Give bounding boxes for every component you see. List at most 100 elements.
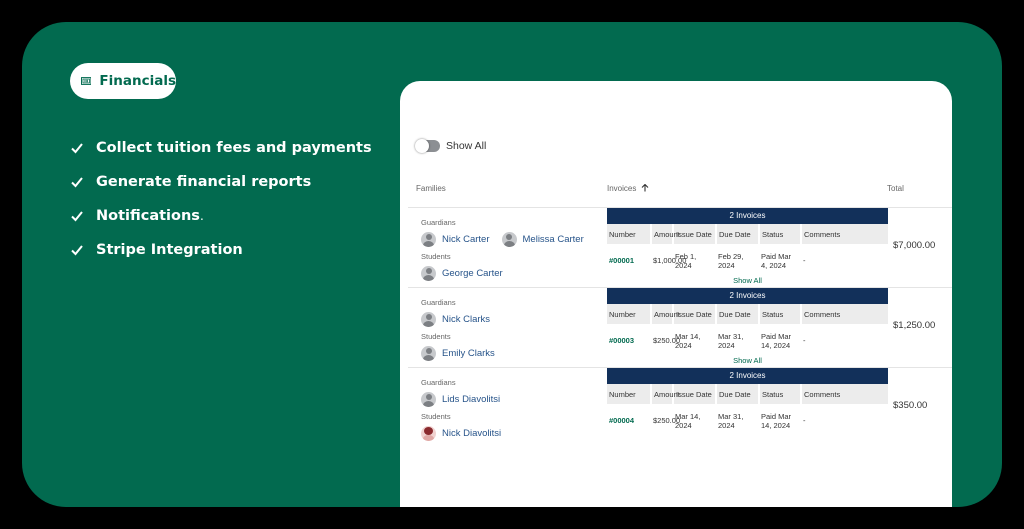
invoice-amount: $250.00 (653, 336, 681, 346)
issue-date-header: Issue Date (673, 384, 717, 404)
family-total: $7,000.00 (893, 240, 936, 251)
guardian-name[interactable]: Melissa Carter (523, 234, 584, 245)
issue-date-header: Issue Date (673, 224, 717, 244)
students-label: Students (421, 412, 451, 421)
number-header: Number (607, 304, 652, 324)
status-header: Status (759, 384, 802, 404)
avatar (421, 311, 436, 327)
student-name[interactable]: George Carter (442, 268, 503, 279)
show-all-invoices-link[interactable]: Show All (607, 356, 888, 366)
check-icon (71, 211, 83, 222)
student[interactable]: George Carter (421, 265, 503, 281)
avatar (421, 265, 436, 281)
invoice-header-row: Number Amount Issue Date Due Date Status… (607, 224, 888, 244)
amount-header: Amount (651, 224, 680, 244)
guardians-label: Guardians (421, 218, 456, 227)
invoice-table: 2 Invoices Number Amount Issue Date Due … (607, 208, 888, 286)
number-header: Number (607, 224, 652, 244)
due-date-header: Due Date (716, 384, 760, 404)
comments-header: Comments (801, 304, 888, 324)
feature-item: Stripe Integration (70, 233, 372, 267)
students-label: Students (421, 332, 451, 341)
invoice-comments: - (803, 416, 806, 426)
guardian[interactable]: Lids Diavolitsi (421, 391, 500, 407)
invoice-comments: - (803, 336, 806, 346)
guardian[interactable]: Nick Carter (421, 231, 490, 247)
check-icon (71, 177, 83, 188)
invoice-status: Paid Mar 14, 2024 (761, 331, 792, 351)
feature-item: Generate financial reports (70, 165, 372, 199)
guardian[interactable]: Melissa Carter (501, 231, 584, 247)
invoices-column-header[interactable]: Invoices (607, 183, 649, 193)
status-header: Status (759, 304, 802, 324)
feature-list: Collect tuition fees and payments Genera… (70, 131, 372, 267)
guardians-label: Guardians (421, 378, 456, 387)
invoice-number-link[interactable]: #00003 (607, 324, 651, 356)
invoice-comments: - (803, 256, 806, 266)
feature-text: Collect tuition fees and payments (96, 140, 372, 156)
check-icon (71, 143, 83, 154)
feature-card: Financials Collect tuition fees and paym… (22, 22, 1002, 507)
amount-header: Amount (651, 384, 680, 404)
invoice-header-row: Number Amount Issue Date Due Date Status… (607, 304, 888, 324)
guardian[interactable]: Nick Clarks (421, 311, 490, 327)
invoice-due-date: Feb 29, 2024 (718, 251, 744, 271)
show-all-invoices-link[interactable]: Show All (607, 276, 888, 286)
feature-text: Generate financial reports (96, 174, 312, 190)
invoice-count-bar: 2 Invoices (607, 208, 888, 224)
invoice-header-row: Number Amount Issue Date Due Date Status… (607, 384, 888, 404)
invoices-header-label: Invoices (607, 184, 637, 193)
invoice-table: 2 Invoices Number Amount Issue Date Due … (607, 288, 888, 366)
due-date-header: Due Date (716, 304, 760, 324)
guardian-name[interactable]: Nick Carter (442, 234, 490, 245)
due-date-header: Due Date (716, 224, 760, 244)
invoice-status: Paid Mar 4, 2024 (761, 251, 792, 271)
comments-header: Comments (801, 224, 888, 244)
total-column-header: Total (887, 184, 904, 193)
money-bill-icon (81, 77, 92, 85)
comments-header: Comments (801, 384, 888, 404)
student-name[interactable]: Emily Clarks (442, 348, 495, 359)
feature-text: Stripe Integration (96, 242, 243, 258)
guardian-name[interactable]: Lids Diavolitsi (442, 394, 500, 405)
feature-text: Notifications (96, 208, 200, 224)
invoice-row[interactable]: #00004 $250.00 Mar 14, 2024 Mar 31, 2024… (607, 404, 888, 436)
guardian-list: Lids Diavolitsi (421, 388, 507, 410)
invoice-row[interactable]: #00001 $1,000.00 Feb 1, 2024 Feb 29, 202… (607, 244, 888, 276)
student-list: George Carter (421, 262, 590, 284)
feature-suffix: . (199, 209, 204, 223)
avatar (421, 391, 436, 407)
student[interactable]: Nick Diavolitsi (421, 425, 501, 441)
guardian-list: Nick Carter Melissa Carter (421, 228, 590, 250)
invoice-amount: $1,000.00 (653, 256, 687, 266)
family-cell: Guardians Lids Diavolitsi Students Nick … (421, 378, 507, 446)
invoice-row[interactable]: #00003 $250.00 Mar 14, 2024 Mar 31, 2024… (607, 324, 888, 356)
show-all-toggle[interactable] (415, 139, 440, 153)
family-cell: Guardians Nick Clarks Students Emily Cla… (421, 298, 501, 366)
family-row: Guardians Nick Clarks Students Emily Cla… (408, 288, 952, 368)
sort-arrow-up-icon[interactable] (641, 183, 649, 192)
avatar (421, 345, 436, 361)
invoice-count-bar: 2 Invoices (607, 288, 888, 304)
issue-date-header: Issue Date (673, 304, 717, 324)
invoice-number-link[interactable]: #00004 (607, 404, 651, 436)
invoice-issue-date: Mar 14, 2024 (675, 331, 701, 351)
students-label: Students (421, 252, 451, 261)
avatar (501, 231, 517, 247)
status-header: Status (759, 224, 802, 244)
family-cell: Guardians Nick Carter Melissa Carter Stu… (421, 218, 590, 286)
guardian-list: Nick Clarks (421, 308, 501, 330)
guardian-name[interactable]: Nick Clarks (442, 314, 490, 325)
invoice-amount: $250.00 (653, 416, 681, 426)
family-total: $1,250.00 (893, 320, 936, 331)
invoice-table: 2 Invoices Number Amount Issue Date Due … (607, 368, 888, 436)
student-name[interactable]: Nick Diavolitsi (442, 428, 501, 439)
invoice-due-date: Mar 31, 2024 (718, 411, 744, 431)
financials-badge: Financials (70, 63, 176, 99)
family-row: Guardians Nick Carter Melissa Carter Stu… (408, 208, 952, 288)
student[interactable]: Emily Clarks (421, 345, 495, 361)
feature-item: Notifications. (70, 199, 372, 233)
avatar (421, 231, 436, 247)
invoice-number-link[interactable]: #00001 (607, 244, 651, 276)
invoice-status: Paid Mar 14, 2024 (761, 411, 792, 431)
